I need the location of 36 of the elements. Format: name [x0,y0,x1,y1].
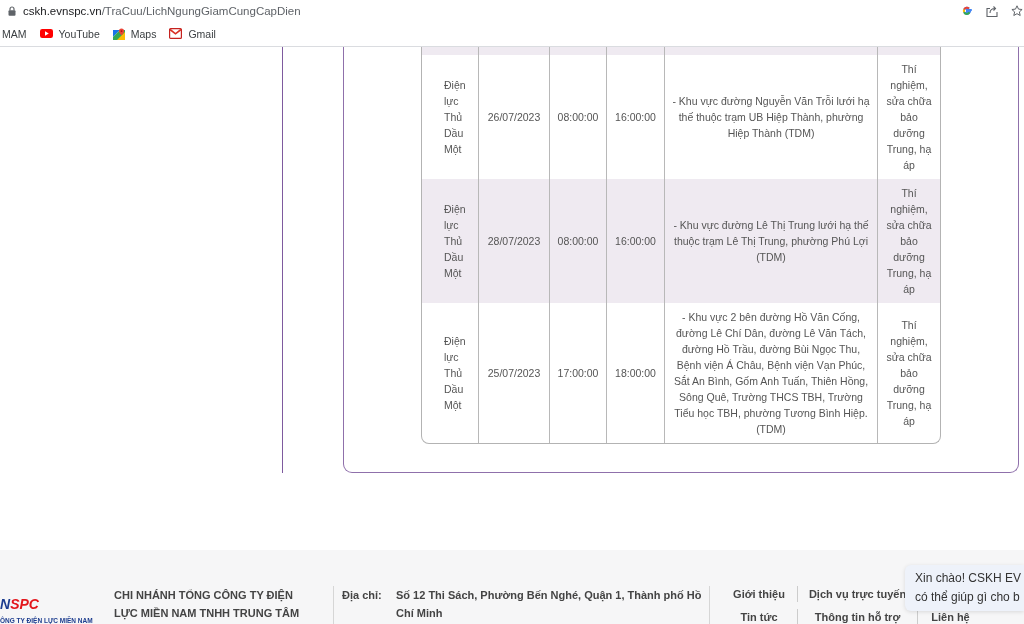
bookmark-link[interactable]: Maps [112,27,157,40]
table-cell-text: Điện lực Thủ Dầu Một [443,78,467,157]
table-cell: 16:00:00 [606,179,664,303]
star-icon[interactable] [1011,4,1023,17]
logo-text[interactable]: NSPC [0,596,39,612]
play-button-icon [39,29,53,38]
table-cell-text: Điện lực Thủ Dầu Một [443,334,467,413]
table-cell: 25/07/2023 [478,303,549,443]
address-label: Địa chỉ: [342,588,383,604]
table-cell: 18:00:00 [606,303,664,443]
envelope-icon [169,28,183,39]
address-text: Số 12 Thi Sách, Phường Bến Nghé, Quận 1, Thành phố Hồ Chí Minh [396,588,703,621]
bookmark-link[interactable]: MAM [2,27,27,40]
bookmark-link[interactable]: Gmail [169,27,216,40]
url-text[interactable]: cskh.evnspc.vn/TraCuu/LichNgungGiamCungCapDien [23,4,301,17]
chat-bubble[interactable]: Xin chào! CSKH EV có thể giúp gì cho b [905,565,1024,611]
footer-link[interactable]: Thông tin hỗ trợ [814,609,901,624]
table-cell: Điện lực Thủ Dầu Một [422,179,478,303]
table-cell: - Khu vực đường Lê Thị Trung lưới hạ thế thuộc trạm Lê Thị Trung, phường Phú Lợi (TDM) [664,179,877,303]
table-cell: Thí nghiệm, sửa chữa bảo dưỡng Trung, hạ áp [877,179,940,303]
table-cell: 28/07/2023 [478,179,549,303]
share-icon[interactable] [986,4,998,17]
footer-link[interactable]: Tin tức [740,609,778,624]
table-cell: 08:00:00 [549,179,606,303]
footer-link[interactable]: Liên hệ [931,609,970,624]
table-cell: Thí nghiệm, sửa chữa bảo dưỡng Trung, hạ áp [877,303,940,443]
chat-message: Xin chào! CSKH EV có thể giúp gì cho b [915,570,1023,606]
footer-link[interactable]: Giới thiệu [733,586,785,602]
map-pin-icon [112,27,125,40]
g-logo-icon[interactable] [961,4,973,17]
company-name: CHI NHÁNH TỔNG CÔNG TY ĐIỆN LỰC MIỀN NAM TNHH TRUNG TÂM [114,588,301,622]
lock-icon[interactable] [8,5,16,16]
bookmark-link[interactable]: YouTube [39,27,100,40]
footer-link[interactable]: Dịch vụ trực tuyến [808,586,907,602]
table-cell: 17:00:00 [549,303,606,443]
table-cell: - Khu vực 2 bên đường Hồ Văn Cống, đường Lê Chí Dân, đường Lê Văn Tách, đường Hồ Trầu, đường Bùi Ngọc Thu, Bệnh viện Á Châu, Bệnh viện Vạn Phúc, Sắt An Bình, Gốm Anh Tuấn, Thiên Hồng, Sông Quê, Trường THCS TBH, Trường Tiểu học TBH, phường Tương Bình Hiệp.(TDM) [664,303,877,443]
